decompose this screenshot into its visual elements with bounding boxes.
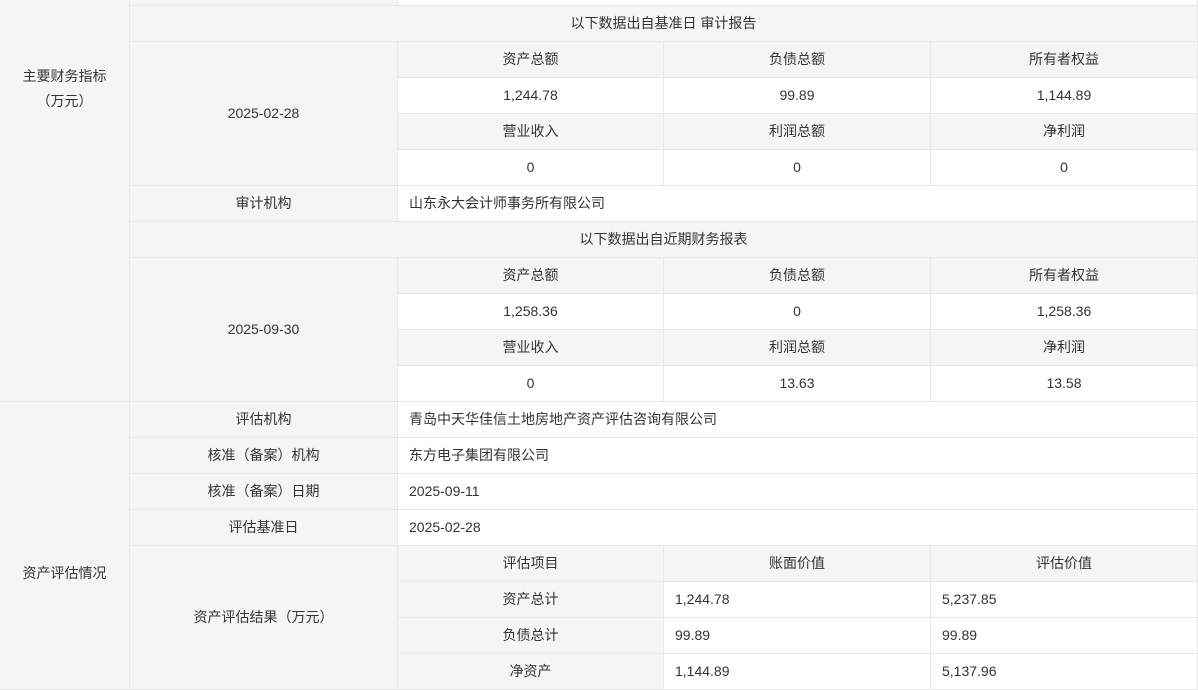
recent-header-net-profit: 净利润 [931,330,1198,366]
recent-header-total-liabilities: 负债总额 [664,258,931,294]
result-item-net-assets: 净资产 [398,654,664,690]
result-appraised-total-assets: 5,237.85 [931,582,1198,618]
audit-header-operating-revenue: 营业收入 [398,114,664,150]
banner-recent-statements: 以下数据出自近期财务报表 [130,222,1198,258]
result-book-total-assets: 1,244.78 [664,582,931,618]
recent-value-total-profit: 13.63 [664,366,931,402]
audit-value-total-profit: 0 [664,150,931,186]
audit-value-net-profit: 0 [931,150,1198,186]
approval-date-value: 2025-09-11 [398,474,1198,510]
result-header-book-value: 账面价值 [664,546,931,582]
recent-header-total-profit: 利润总额 [664,330,931,366]
appraisal-org-value: 青岛中天华佳信土地房地产资产评估咨询有限公司 [398,402,1198,438]
result-header-item: 评估项目 [398,546,664,582]
section-label-financial-line2: （万元） [37,93,93,111]
audit-header-total-profit: 利润总额 [664,114,931,150]
audit-header-owners-equity: 所有者权益 [931,42,1198,78]
result-item-total-liabilities: 负债总计 [398,618,664,654]
result-item-total-assets: 资产总计 [398,582,664,618]
section-label-financial-line1: 主要财务指标 [23,68,107,86]
audit-base-date-cell: 2025-02-28 [130,42,398,186]
recent-value-total-liabilities: 0 [664,294,931,330]
result-book-net-assets: 1,144.89 [664,654,931,690]
section-label-appraisal-text: 资产评估情况 [23,565,107,583]
banner-audit-report: 以下数据出自基准日 审计报告 [130,6,1198,42]
appraisal-base-date-value: 2025-02-28 [398,510,1198,546]
audit-header-net-profit: 净利润 [931,114,1198,150]
section-label-financial-indicators: 主要财务指标 （万元） [0,0,130,402]
appraisal-result-label: 资产评估结果（万元） [130,546,398,690]
recent-value-net-profit: 13.58 [931,366,1198,402]
appraisal-base-date-label: 评估基准日 [130,510,398,546]
audit-org-value: 山东永大会计师事务所有限公司 [398,186,1198,222]
result-header-appraised-value: 评估价值 [931,546,1198,582]
recent-header-total-assets: 资产总额 [398,258,664,294]
audit-value-total-assets: 1,244.78 [398,78,664,114]
approval-date-label: 核准（备案）日期 [130,474,398,510]
result-appraised-net-assets: 5,137.96 [931,654,1198,690]
result-appraised-total-liabilities: 99.89 [931,618,1198,654]
audit-value-operating-revenue: 0 [398,150,664,186]
recent-header-owners-equity: 所有者权益 [931,258,1198,294]
recent-value-total-assets: 1,258.36 [398,294,664,330]
recent-value-owners-equity: 1,258.36 [931,294,1198,330]
recent-header-operating-revenue: 营业收入 [398,330,664,366]
recent-date-cell: 2025-09-30 [130,258,398,402]
audit-org-label: 审计机构 [130,186,398,222]
result-book-total-liabilities: 99.89 [664,618,931,654]
approval-org-label: 核准（备案）机构 [130,438,398,474]
audit-header-total-assets: 资产总额 [398,42,664,78]
appraisal-org-label: 评估机构 [130,402,398,438]
financial-detail-table: 主要财务指标 （万元） 资产评估情况 以下数据出自基准日 审计报告 2025-0… [0,0,1198,690]
approval-org-value: 东方电子集团有限公司 [398,438,1198,474]
section-label-asset-appraisal: 资产评估情况 [0,402,130,690]
recent-value-operating-revenue: 0 [398,366,664,402]
audit-value-total-liabilities: 99.89 [664,78,931,114]
audit-value-owners-equity: 1,144.89 [931,78,1198,114]
audit-header-total-liabilities: 负债总额 [664,42,931,78]
